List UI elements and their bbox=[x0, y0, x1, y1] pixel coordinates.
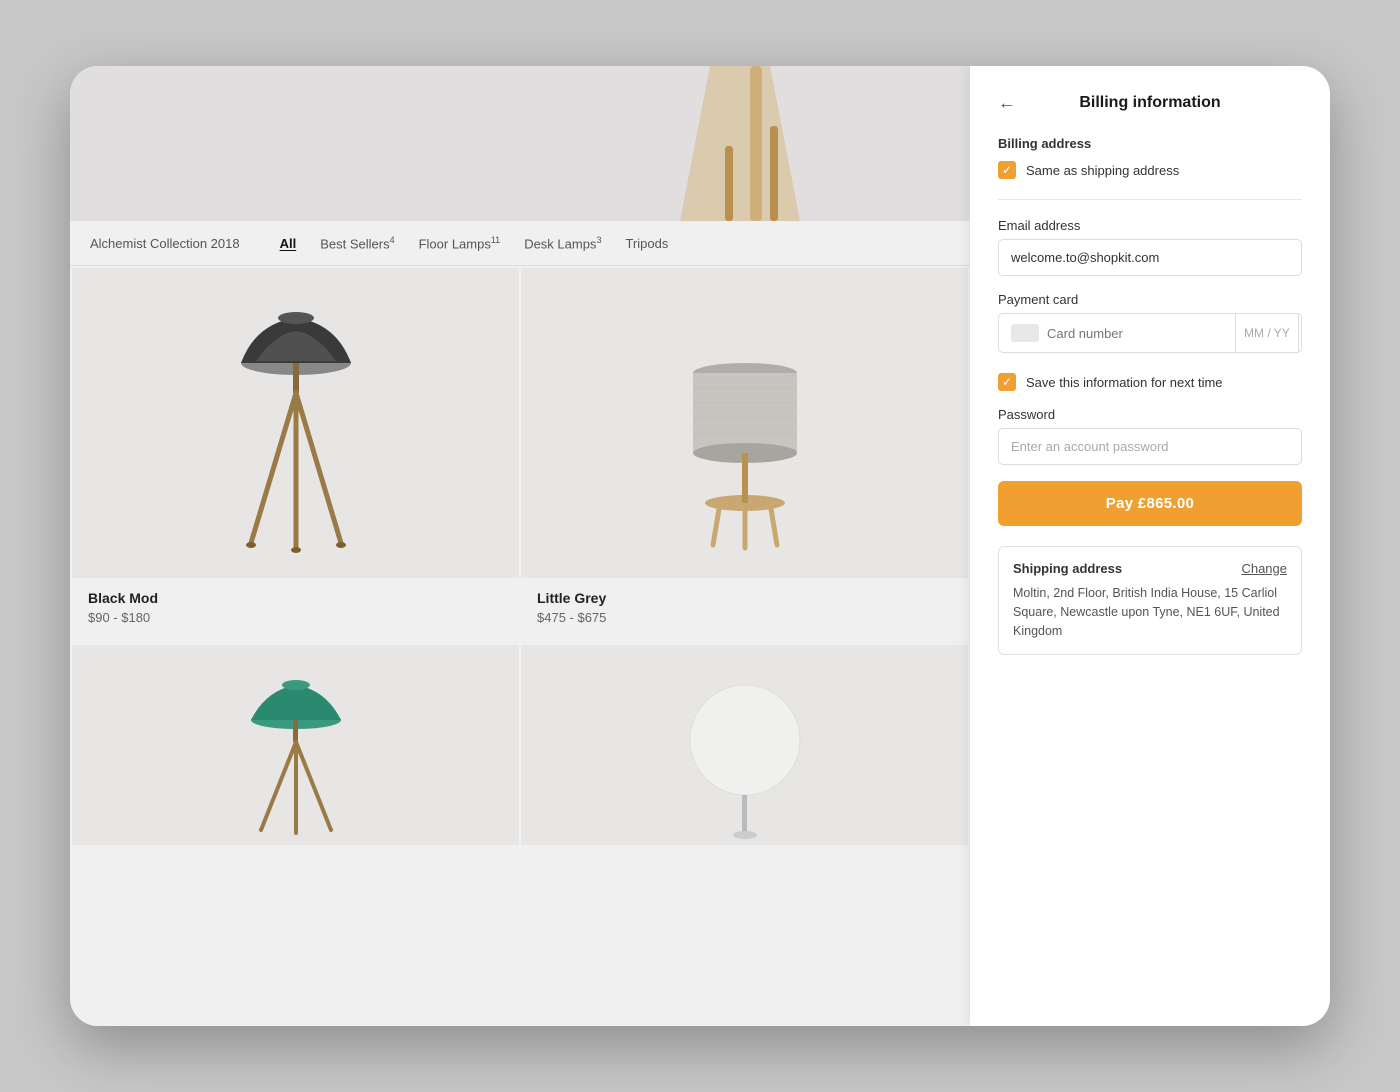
tab-best-sellers[interactable]: Best Sellers4 bbox=[320, 235, 394, 251]
product-card-white-ball[interactable] bbox=[521, 645, 968, 845]
tab-floor-lamps[interactable]: Floor Lamps11 bbox=[419, 235, 501, 251]
checkmark-icon: ✓ bbox=[1002, 164, 1012, 176]
change-link[interactable]: Change bbox=[1241, 561, 1287, 576]
billing-address-section: Billing address ✓ Same as shipping addre… bbox=[998, 136, 1302, 179]
product-name-black-mod: Black Mod bbox=[88, 590, 503, 606]
card-cvc-field[interactable]: CVC bbox=[1298, 314, 1302, 352]
tab-tripods[interactable]: Tripods bbox=[625, 236, 668, 251]
save-info-checkmark-icon: ✓ bbox=[1002, 376, 1012, 388]
device-frame: Alchemist Collection 2018 All Best Selle… bbox=[70, 66, 1330, 1026]
card-number-input[interactable] bbox=[1047, 326, 1223, 341]
panel-header: ← Billing information bbox=[998, 94, 1302, 112]
same-as-shipping-row: ✓ Same as shipping address bbox=[998, 161, 1302, 179]
billing-address-label: Billing address bbox=[998, 136, 1302, 151]
product-info-little-grey: Little Grey $475 - $675 bbox=[521, 578, 968, 641]
save-info-label: Save this information for next time bbox=[1026, 375, 1223, 390]
product-grid-bottom bbox=[70, 643, 970, 847]
divider-1 bbox=[998, 199, 1302, 200]
tab-all[interactable]: All bbox=[280, 236, 297, 251]
card-expiry-field[interactable]: MM / YY bbox=[1235, 314, 1298, 352]
payment-card-label: Payment card bbox=[998, 292, 1302, 307]
product-grid: Black Mod $90 - $180 bbox=[70, 266, 970, 643]
password-label: Password bbox=[998, 407, 1302, 422]
product-info-black-mod: Black Mod $90 - $180 bbox=[72, 578, 519, 641]
product-price-little-grey: $475 - $675 bbox=[537, 610, 952, 625]
email-label: Email address bbox=[998, 218, 1302, 233]
email-input[interactable] bbox=[998, 239, 1302, 276]
same-as-shipping-label: Same as shipping address bbox=[1026, 163, 1179, 178]
save-info-row: ✓ Save this information for next time bbox=[998, 369, 1302, 391]
hero-image bbox=[70, 66, 970, 221]
shipping-summary-header: Shipping address Change bbox=[1013, 561, 1287, 576]
password-input[interactable] bbox=[998, 428, 1302, 465]
back-button[interactable]: ← bbox=[998, 93, 1016, 114]
product-card-black-mod[interactable]: Black Mod $90 - $180 bbox=[72, 268, 519, 641]
password-form-group: Password bbox=[998, 407, 1302, 465]
card-number-field bbox=[999, 314, 1235, 352]
product-card-teal[interactable] bbox=[72, 645, 519, 845]
billing-panel: ← Billing information Billing address ✓ … bbox=[970, 66, 1330, 1026]
product-card-little-grey[interactable]: Little Grey $475 - $675 bbox=[521, 268, 968, 641]
shipping-address-text: Moltin, 2nd Floor, British India House, … bbox=[1013, 584, 1287, 640]
shipping-address-title: Shipping address bbox=[1013, 561, 1122, 576]
panel-title: Billing information bbox=[998, 94, 1302, 112]
product-image-little-grey bbox=[521, 268, 968, 578]
email-form-group: Email address bbox=[998, 218, 1302, 276]
left-panel: Alchemist Collection 2018 All Best Selle… bbox=[70, 66, 970, 1026]
product-image-black-mod bbox=[72, 268, 519, 578]
card-input-group: MM / YY CVC bbox=[998, 313, 1302, 353]
shipping-summary-box: Shipping address Change Moltin, 2nd Floo… bbox=[998, 546, 1302, 655]
payment-card-form-group: Payment card MM / YY CVC bbox=[998, 292, 1302, 353]
same-as-shipping-checkbox[interactable]: ✓ bbox=[998, 161, 1016, 179]
card-brand-icon bbox=[1011, 324, 1039, 342]
brand-label: Alchemist Collection 2018 bbox=[90, 236, 240, 251]
pay-button[interactable]: Pay £865.00 bbox=[998, 481, 1302, 526]
product-name-little-grey: Little Grey bbox=[537, 590, 952, 606]
save-info-checkbox[interactable]: ✓ bbox=[998, 373, 1016, 391]
tab-desk-lamps[interactable]: Desk Lamps3 bbox=[524, 235, 601, 251]
product-price-black-mod: $90 - $180 bbox=[88, 610, 503, 625]
nav-tabs: Alchemist Collection 2018 All Best Selle… bbox=[70, 221, 970, 266]
